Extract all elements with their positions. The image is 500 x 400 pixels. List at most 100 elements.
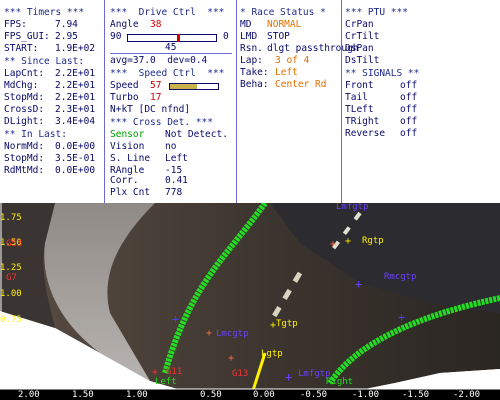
race-take-value: Left — [275, 67, 298, 78]
turbo-value: 17 — [150, 92, 162, 103]
fps-gui-label: FPS_GUI: — [4, 31, 50, 42]
race-md-label: MD — [240, 19, 252, 30]
angle-marker — [177, 34, 181, 42]
dlight-label: DLight: — [4, 116, 45, 127]
race-lmd-value: STOP — [267, 31, 290, 42]
cross-corr-value: 0.41 — [165, 175, 188, 186]
ptu-column: *** PTU *** CrPan CrTilt DsPan DsTilt **… — [342, 0, 500, 203]
rdmtmd-value: 0.0E+00 — [55, 165, 96, 176]
angle-min: 90 — [110, 31, 122, 42]
x-label: -1.00 — [352, 390, 380, 400]
ptu-crpan: CrPan — [345, 19, 374, 30]
start-label: START: — [4, 43, 39, 54]
since-last-title: ** Since Last: — [4, 56, 85, 67]
angle-slider — [127, 34, 217, 42]
marker-cross: + — [206, 328, 212, 339]
x-label: -0.50 — [300, 390, 328, 400]
landmark-label: Lmcgtp — [216, 329, 249, 339]
signal-tleft-label: TLeft — [345, 104, 374, 115]
speed-bar — [169, 83, 219, 90]
x-label: 0.00 — [253, 390, 275, 400]
x-label: 1.00 — [126, 390, 148, 400]
angle-value: 38 — [150, 19, 162, 30]
fps-value: 7.94 — [55, 19, 78, 30]
x-unit: meters — [453, 378, 486, 388]
signal-front-value: off — [400, 80, 418, 91]
in-last-title: ** In Last: — [4, 129, 67, 140]
cross-vision-label: Vision — [110, 141, 145, 152]
speed-value: 57 — [150, 80, 162, 91]
lapcnt-value: 2.2E+01 — [55, 68, 96, 79]
cross-sline-value: Left — [165, 153, 188, 164]
race-take-label: Take: — [240, 67, 269, 78]
race-lap-label: Lap: — [240, 55, 263, 66]
cross-corr-label: Corr. — [110, 175, 139, 186]
start-value: 1.9E+02 — [55, 43, 96, 54]
speed-bar-fill — [170, 84, 198, 89]
stopmd-value: 2.2E+01 — [55, 92, 96, 103]
stopmd-in-label: StopMd: — [4, 153, 45, 164]
marker-cross: + — [345, 236, 351, 247]
cross-vision-value: no — [165, 141, 177, 152]
signal-reverse-value: off — [400, 128, 418, 139]
mdchg-value: 2.2E+01 — [55, 80, 96, 91]
rdmtmd-label: RdMtMd: — [4, 165, 45, 176]
race-lmd-label: LMD — [240, 31, 258, 42]
turbo-label: Turbo — [110, 92, 139, 103]
race-title: * Race Status * — [240, 7, 326, 18]
stopmd-label: StopMd: — [4, 92, 45, 103]
signal-tail-value: off — [400, 92, 418, 103]
marker-cross: + — [330, 239, 336, 250]
cross-sline-label: S. Line — [110, 153, 151, 164]
race-rsn-label: Rsn. — [240, 43, 263, 54]
landmark-label: Lgtp — [261, 349, 283, 359]
drive-title: *** Drive Ctrl *** — [110, 7, 225, 18]
nkt-status: N+kT [DC nfnd] — [110, 104, 191, 115]
y-label-3: 1.25 — [0, 263, 22, 273]
camera-view: + + + + + + + + + + 1.75 1.50 1.25 1.00 … — [0, 203, 500, 400]
y-label-5: 0.75 — [0, 315, 22, 325]
ptu-dspan: DsPan — [345, 43, 374, 54]
signals-title: ** SIGNALS ** — [345, 68, 420, 79]
x-label: 2.00 — [18, 390, 40, 400]
landmark-label: Tgtp — [276, 319, 298, 329]
signal-tright-label: TRight — [345, 116, 380, 127]
race-lap-value: 3 of 4 — [275, 55, 310, 66]
avg-underline — [110, 53, 232, 54]
left-lane-label: Left — [155, 377, 177, 387]
y-label-1: 1.75 — [0, 213, 22, 223]
y-label-4: 1.00 — [0, 289, 22, 299]
signal-tail-label: Tail — [345, 92, 368, 103]
speed-label: Speed — [110, 80, 139, 91]
marker-cross: + — [398, 310, 405, 324]
x-label: -2.00 — [453, 390, 481, 400]
drive-column: *** Drive Ctrl *** Angle 38 90 0 45 avg=… — [105, 0, 236, 203]
mdchg-label: MdChg: — [4, 80, 39, 91]
angle-max: 0 — [223, 31, 229, 42]
crossd-label: CrossD: — [4, 104, 45, 115]
speed-title: *** Speed Ctrl *** — [110, 68, 225, 79]
landmark-label: G7 — [6, 273, 17, 283]
right-lane-label: Right — [326, 377, 354, 387]
cross-sensor-value: Not Detect. — [165, 129, 228, 140]
avg-dev: avg=37.0 dev=0.4 — [110, 55, 208, 66]
signal-reverse-label: Reverse — [345, 128, 386, 139]
race-md-value: NORMAL — [267, 19, 302, 30]
landmark-label: Rgtp — [362, 236, 384, 246]
normmd-value: 0.0E+00 — [55, 141, 96, 152]
cross-sensor-label: Sensor — [110, 129, 145, 140]
landmark-label: G13 — [232, 369, 249, 379]
signal-tright-value: off — [400, 116, 418, 127]
cross-plx-value: 778 — [165, 187, 183, 198]
x-label: 1.50 — [72, 390, 94, 400]
cross-title: *** Cross Det. *** — [110, 117, 213, 128]
ptu-title: *** PTU *** — [345, 7, 408, 18]
dlight-value: 3.4E+04 — [55, 116, 96, 127]
marker-cross: + — [172, 312, 179, 326]
status-panel: *** Timers *** FPS: 7.94 FPS_GUI: 2.95 S… — [0, 0, 500, 203]
fps-gui-value: 2.95 — [55, 31, 78, 42]
race-beha-value: Center Rd — [275, 79, 327, 90]
fps-label: FPS: — [4, 19, 27, 30]
marker-cross: + — [355, 277, 362, 291]
ptu-dstilt: DsTilt — [345, 55, 380, 66]
